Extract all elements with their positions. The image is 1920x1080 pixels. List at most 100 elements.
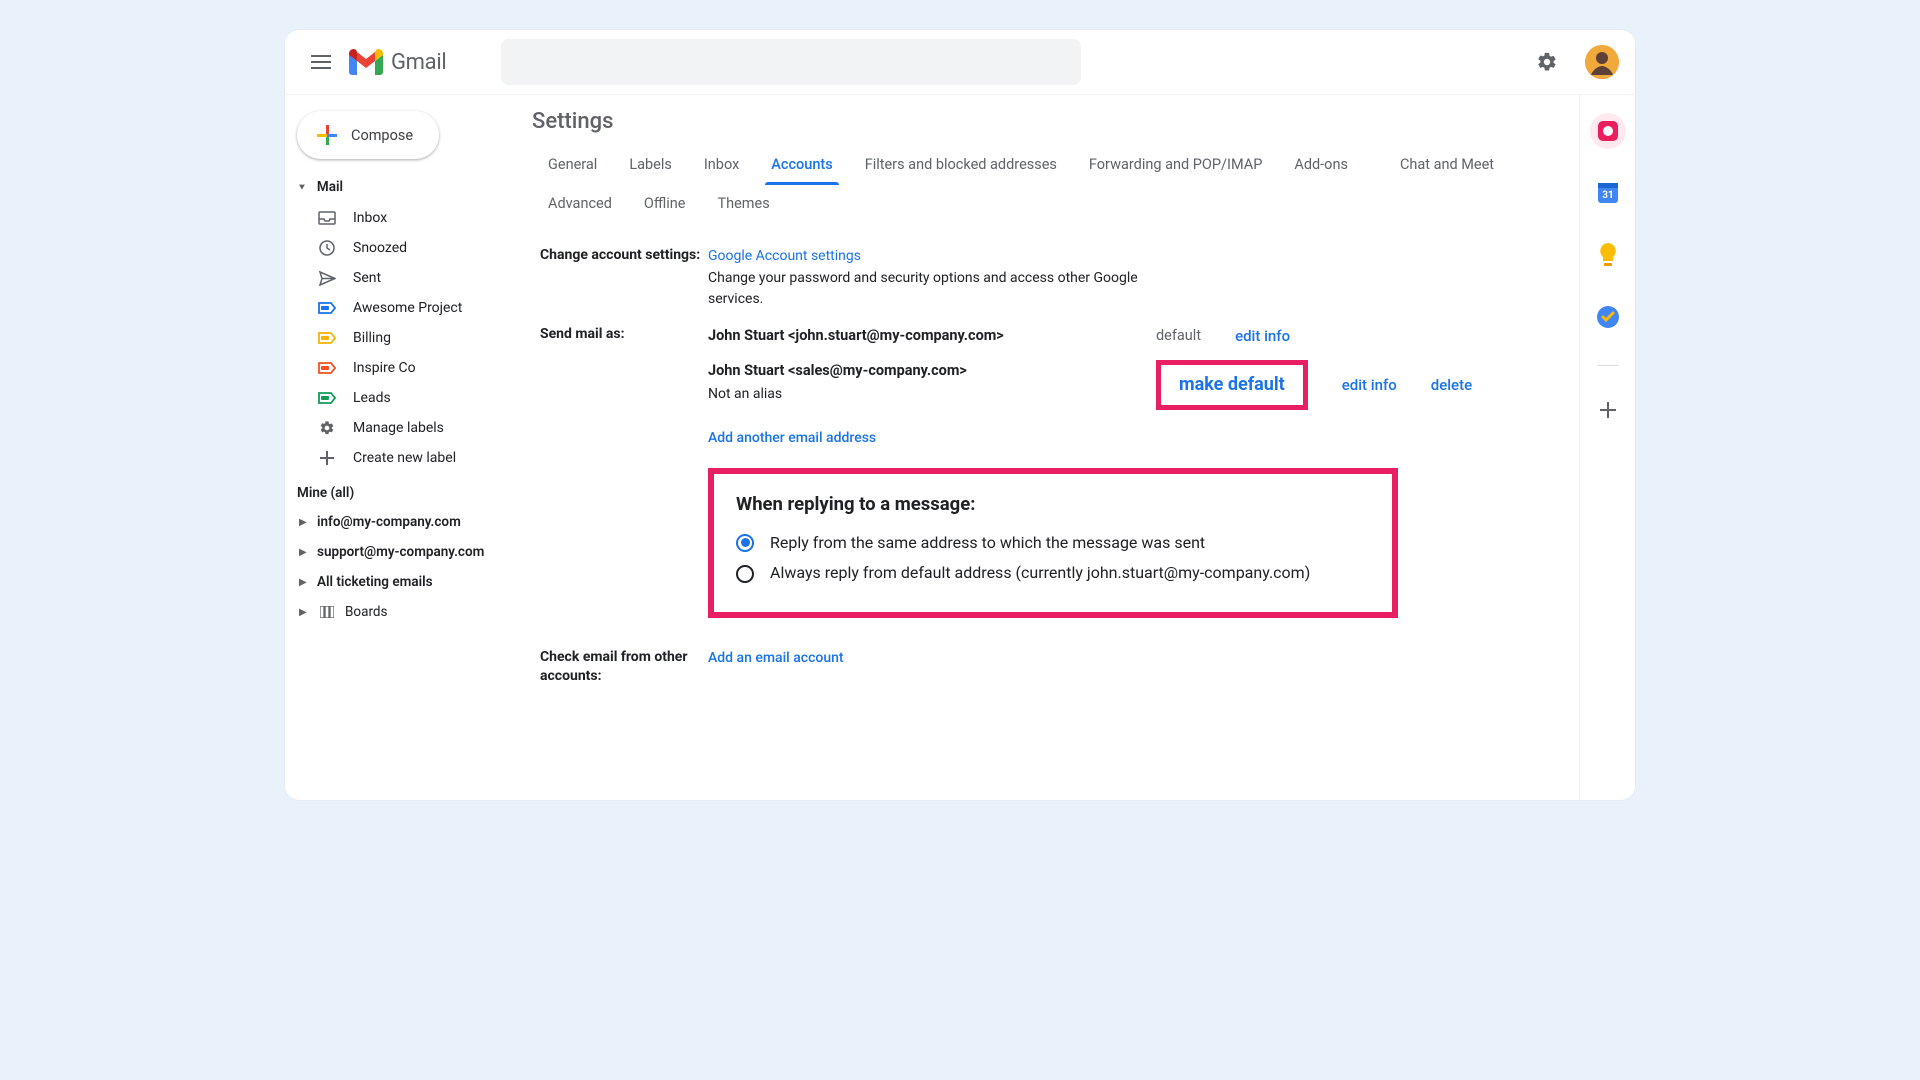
sidebar-item-create-label[interactable]: Create new label (295, 443, 524, 473)
nav-label: Leads (353, 390, 391, 406)
calendar-icon: 31 (1597, 182, 1619, 204)
nav-label: Manage labels (353, 420, 444, 436)
compose-label: Compose (351, 127, 413, 144)
make-default-link[interactable]: make default (1179, 374, 1285, 395)
nav-label: Sent (353, 270, 381, 286)
nav-label: Inbox (353, 210, 387, 226)
sidepanel-add[interactable] (1590, 392, 1626, 428)
chevron-right-icon: ▶ (299, 517, 311, 528)
nav-label: Awesome Project (353, 300, 462, 316)
plus-icon (317, 448, 337, 468)
sidebar-item-awesome-project[interactable]: Awesome Project (295, 293, 524, 323)
hamburger-icon (311, 55, 331, 69)
sidebar-item-billing[interactable]: Billing (295, 323, 524, 353)
default-tag: default (1156, 325, 1201, 347)
page-title: Settings (532, 109, 1555, 134)
label-icon (317, 358, 337, 378)
make-default-highlight: make default (1156, 360, 1308, 410)
reply-option-label: Always reply from default address (curre… (770, 561, 1310, 586)
section-check-email: Check email from other accounts: Add an … (540, 648, 1555, 686)
reply-option-label: Reply from the same address to which the… (770, 531, 1205, 556)
boards-icon (317, 606, 337, 618)
sidepanel-addon-1[interactable] (1590, 113, 1626, 149)
edit-info-link[interactable]: edit info (1342, 374, 1397, 397)
add-email-account-link[interactable]: Add an email account (708, 650, 844, 666)
side-panel: 31 (1579, 95, 1635, 800)
mine-label: Boards (345, 604, 387, 620)
header: Gmail (285, 30, 1635, 94)
gear-icon (317, 418, 337, 438)
radio-unselected-icon (736, 565, 754, 583)
sidebar-section-mine: Mine (all) (295, 473, 524, 507)
tab-forwarding[interactable]: Forwarding and POP/IMAP (1073, 146, 1278, 185)
gmail-logo-text: Gmail (391, 50, 446, 75)
send-as-row-primary: John Stuart <john.stuart@my-company.com>… (708, 325, 1555, 348)
sidepanel-calendar[interactable]: 31 (1590, 175, 1626, 211)
sidebar-item-leads[interactable]: Leads (295, 383, 524, 413)
sidebar-item-inspire-co[interactable]: Inspire Co (295, 353, 524, 383)
account-avatar[interactable] (1585, 45, 1619, 79)
search-input[interactable] (501, 39, 1081, 85)
sent-icon (317, 268, 337, 288)
sidepanel-tasks[interactable] (1590, 299, 1626, 335)
sidebar-item-manage-labels[interactable]: Manage labels (295, 413, 524, 443)
gmail-m-icon (349, 49, 383, 75)
label-icon (317, 298, 337, 318)
sidebar-section-mail[interactable]: ▼ Mail (295, 175, 524, 203)
app-body: Compose ▼ Mail Inbox Snoozed Sent Awesom… (285, 94, 1635, 800)
sidebar-item-sent[interactable]: Sent (295, 263, 524, 293)
mine-label: support@my-company.com (317, 544, 484, 560)
sidebar-mine-info[interactable]: ▶ info@my-company.com (295, 507, 524, 537)
tab-accounts[interactable]: Accounts (755, 146, 848, 185)
chevron-down-icon: ▼ (297, 182, 307, 191)
chevron-right-icon: ▶ (299, 607, 311, 618)
reply-behavior-title: When replying to a message: (736, 490, 1370, 519)
change-account-desc: Change your password and security option… (708, 270, 1138, 308)
tab-filters[interactable]: Filters and blocked addresses (849, 146, 1073, 185)
chevron-right-icon: ▶ (299, 547, 311, 558)
chevron-right-icon: ▶ (299, 577, 311, 588)
nav-label: Snoozed (353, 240, 407, 256)
section-send-mail-as: Send mail as: John Stuart <john.stuart@m… (540, 325, 1555, 618)
tab-advanced[interactable]: Advanced (532, 185, 628, 224)
tab-themes[interactable]: Themes (701, 185, 785, 224)
sidebar-item-snoozed[interactable]: Snoozed (295, 233, 524, 263)
sidebar: Compose ▼ Mail Inbox Snoozed Sent Awesom… (285, 95, 532, 800)
main-menu-button[interactable] (297, 38, 345, 86)
inbox-icon (317, 208, 337, 228)
gmail-logo[interactable]: Gmail (349, 49, 446, 75)
google-account-settings-link[interactable]: Google Account settings (708, 248, 861, 264)
sidebar-mine-ticketing[interactable]: ▶ All ticketing emails (295, 567, 524, 597)
sidebar-item-inbox[interactable]: Inbox (295, 203, 524, 233)
sidepanel-keep[interactable] (1590, 237, 1626, 273)
delete-link[interactable]: delete (1431, 374, 1472, 397)
plus-icon (1600, 402, 1616, 418)
gmail-app: Gmail Compose ▼ Mail Inbox (285, 30, 1635, 800)
sidebar-mine-boards[interactable]: ▶ Boards (295, 597, 524, 627)
tab-inbox[interactable]: Inbox (688, 146, 755, 185)
settings-button[interactable] (1527, 42, 1567, 82)
radio-selected-icon (736, 534, 754, 552)
nav-label: Create new label (353, 450, 456, 466)
sidebar-mine-support[interactable]: ▶ support@my-company.com (295, 537, 524, 567)
mine-label: info@my-company.com (317, 514, 461, 530)
addon-icon (1598, 121, 1618, 141)
reply-option-same-address[interactable]: Reply from the same address to which the… (736, 531, 1370, 556)
tasks-icon (1597, 306, 1619, 328)
main-panel: Settings General Labels Inbox Accounts F… (532, 95, 1579, 800)
avatar-icon (1585, 45, 1619, 79)
section-change-account: Change account settings: Google Account … (540, 246, 1555, 311)
send-as-row-secondary: John Stuart <sales@my-company.com> Not a… (708, 360, 1555, 410)
edit-info-link[interactable]: edit info (1235, 325, 1290, 348)
nav-label: Billing (353, 330, 391, 346)
tab-labels[interactable]: Labels (613, 146, 688, 185)
tab-offline[interactable]: Offline (628, 185, 702, 224)
check-email-label: Check email from other accounts: (540, 648, 708, 686)
compose-button[interactable]: Compose (297, 111, 439, 159)
add-another-email-link[interactable]: Add another email address (708, 430, 876, 446)
reply-option-default-address[interactable]: Always reply from default address (curre… (736, 561, 1370, 586)
tab-general[interactable]: General (532, 146, 613, 185)
tab-chat-meet[interactable]: Chat and Meet (1384, 146, 1510, 185)
tab-addons[interactable]: Add-ons (1278, 146, 1364, 185)
svg-text:31: 31 (1602, 190, 1613, 201)
